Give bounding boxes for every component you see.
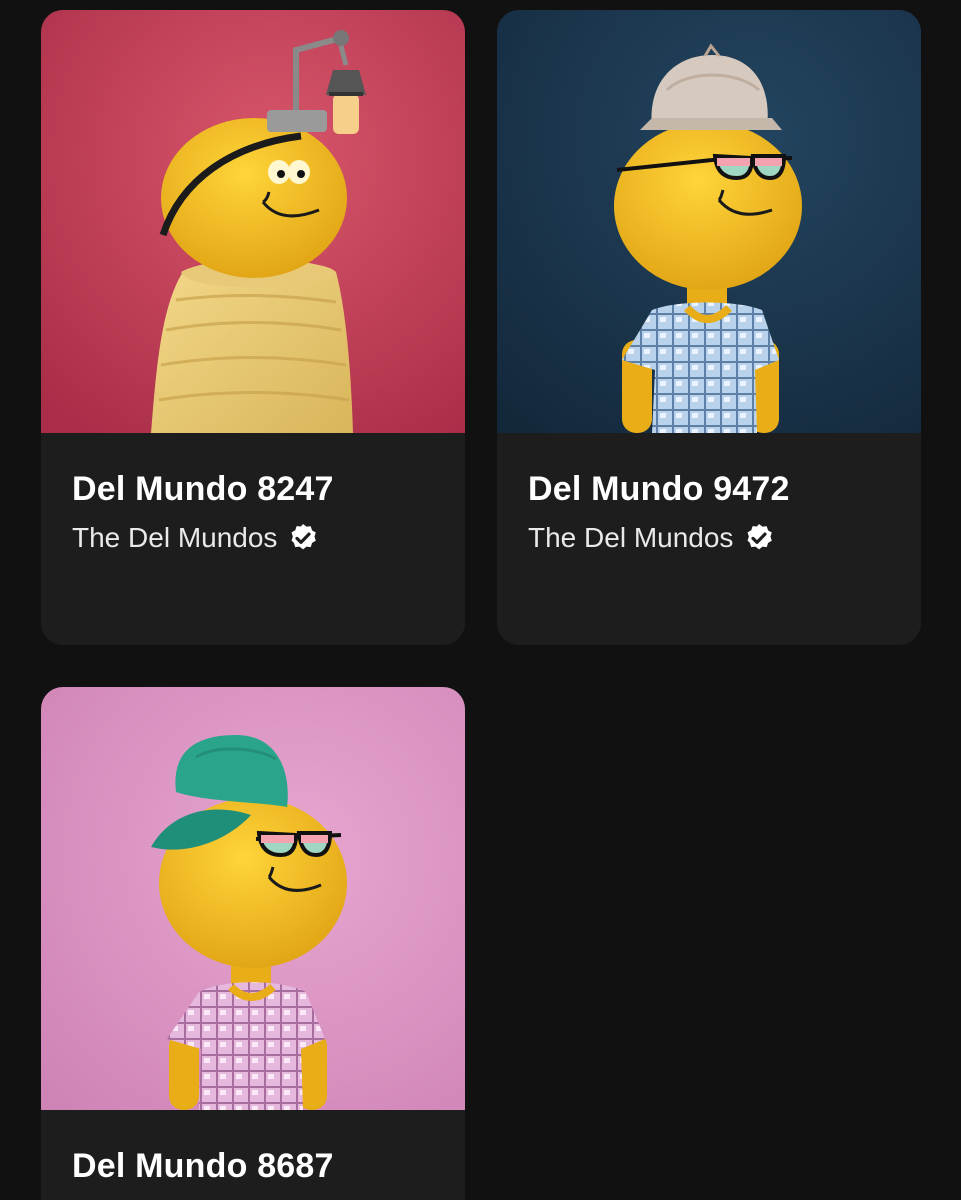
collection-name[interactable]: The Del Mundos: [528, 521, 733, 555]
nft-card[interactable]: Del Mundo 8247 The Del Mundos: [41, 10, 465, 645]
nft-title[interactable]: Del Mundo 8247: [72, 469, 434, 509]
nft-card-info: Del Mundo 9472 The Del Mundos: [497, 433, 921, 555]
del-mundo-9472-art: [497, 10, 921, 433]
nft-image[interactable]: [41, 10, 465, 433]
nft-card[interactable]: Del Mundo 9472 The Del Mundos: [497, 10, 921, 645]
nft-card-info: Del Mundo 8247 The Del Mundos: [41, 433, 465, 555]
nft-image[interactable]: [497, 10, 921, 433]
nft-grid: Del Mundo 8247 The Del Mundos Del Mundo …: [0, 0, 961, 1200]
verified-badge-icon: [291, 524, 317, 550]
verified-badge-icon: [747, 524, 773, 550]
nft-image[interactable]: [41, 687, 465, 1110]
collection-link[interactable]: The Del Mundos: [72, 521, 434, 555]
nft-card-info: Del Mundo 8687: [41, 1110, 465, 1186]
del-mundo-8687-art: [41, 687, 465, 1110]
nft-title[interactable]: Del Mundo 9472: [528, 469, 890, 509]
collection-name[interactable]: The Del Mundos: [72, 521, 277, 555]
nft-card[interactable]: Del Mundo 8687: [41, 687, 465, 1200]
collection-link[interactable]: The Del Mundos: [528, 521, 890, 555]
nft-title[interactable]: Del Mundo 8687: [72, 1146, 434, 1186]
del-mundo-8247-art: [41, 10, 465, 433]
